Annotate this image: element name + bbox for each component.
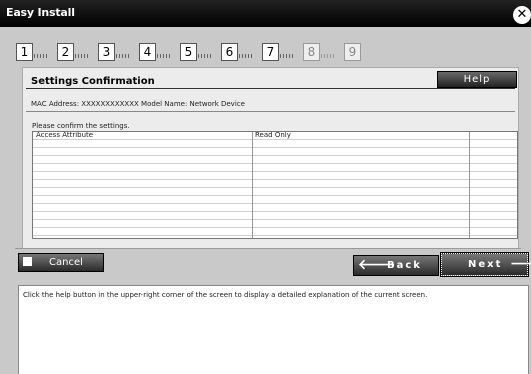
table-row [33, 140, 517, 148]
step-number: 3 [98, 43, 115, 61]
table-row [33, 188, 517, 196]
next-label: Next [468, 259, 503, 270]
cancel-label: Cancel [49, 257, 83, 268]
settings-table: Access Attribute Read Only [32, 131, 518, 239]
step-separator [116, 54, 130, 58]
step-number: 9 [344, 43, 361, 61]
title-divider [26, 88, 515, 89]
step-number: 1 [16, 43, 33, 61]
table-row [33, 156, 517, 164]
step-number: 6 [221, 43, 238, 61]
close-icon[interactable]: ✕ [513, 6, 531, 24]
step-number: 5 [180, 43, 197, 61]
info-divider [26, 111, 515, 112]
easy-install-window: Easy Install ✕ 1 2 3 4 5 6 7 8 9 Settings Confir… [0, 0, 531, 374]
table-row: Access Attribute Read Only [33, 132, 517, 140]
step-separator [321, 54, 335, 58]
table-row [33, 172, 517, 180]
step-separator [198, 54, 212, 58]
back-button[interactable]: 🡐 Back [353, 255, 439, 276]
table-row [33, 148, 517, 156]
column-divider [252, 132, 253, 238]
section-title: Settings Confirmation [31, 76, 155, 87]
back-label: Back [387, 260, 422, 271]
table-row [33, 164, 517, 172]
cancel-button[interactable]: Cancel [18, 253, 104, 272]
table-row [33, 220, 517, 228]
arrow-right-icon: 🡒 [510, 256, 531, 272]
table-row [33, 228, 517, 236]
step-separator [280, 54, 294, 58]
table-row [33, 236, 517, 238]
help-text-box: Click the help button in the upper-right… [18, 285, 529, 374]
setting-value: Read Only [255, 131, 291, 139]
device-info: MAC Address: XXXXXXXXXXXX Model Name: Ne… [31, 100, 245, 108]
table-row [33, 180, 517, 188]
instruction-text: Please confirm the settings. [32, 122, 130, 130]
bottom-divider [15, 248, 521, 249]
step-separator [34, 54, 48, 58]
window-title: Easy Install [6, 6, 75, 19]
step-separator [157, 54, 171, 58]
step-number: 2 [57, 43, 74, 61]
step-number: 7 [262, 43, 279, 61]
settings-panel: Settings Confirmation Help MAC Address: … [22, 67, 519, 249]
step-number: 8 [303, 43, 320, 61]
setting-name: Access Attribute [36, 131, 94, 139]
help-text: Click the help button in the upper-right… [23, 291, 428, 299]
column-divider [469, 132, 470, 238]
help-button[interactable]: Help [437, 71, 517, 88]
cancel-checkbox-icon [23, 257, 32, 266]
step-separator [75, 54, 89, 58]
title-bar: Easy Install ✕ [0, 0, 531, 27]
table-row [33, 196, 517, 204]
step-separator [239, 54, 253, 58]
table-row [33, 212, 517, 220]
step-number: 4 [139, 43, 156, 61]
next-button[interactable]: Next 🡒 [440, 252, 531, 277]
table-row [33, 204, 517, 212]
